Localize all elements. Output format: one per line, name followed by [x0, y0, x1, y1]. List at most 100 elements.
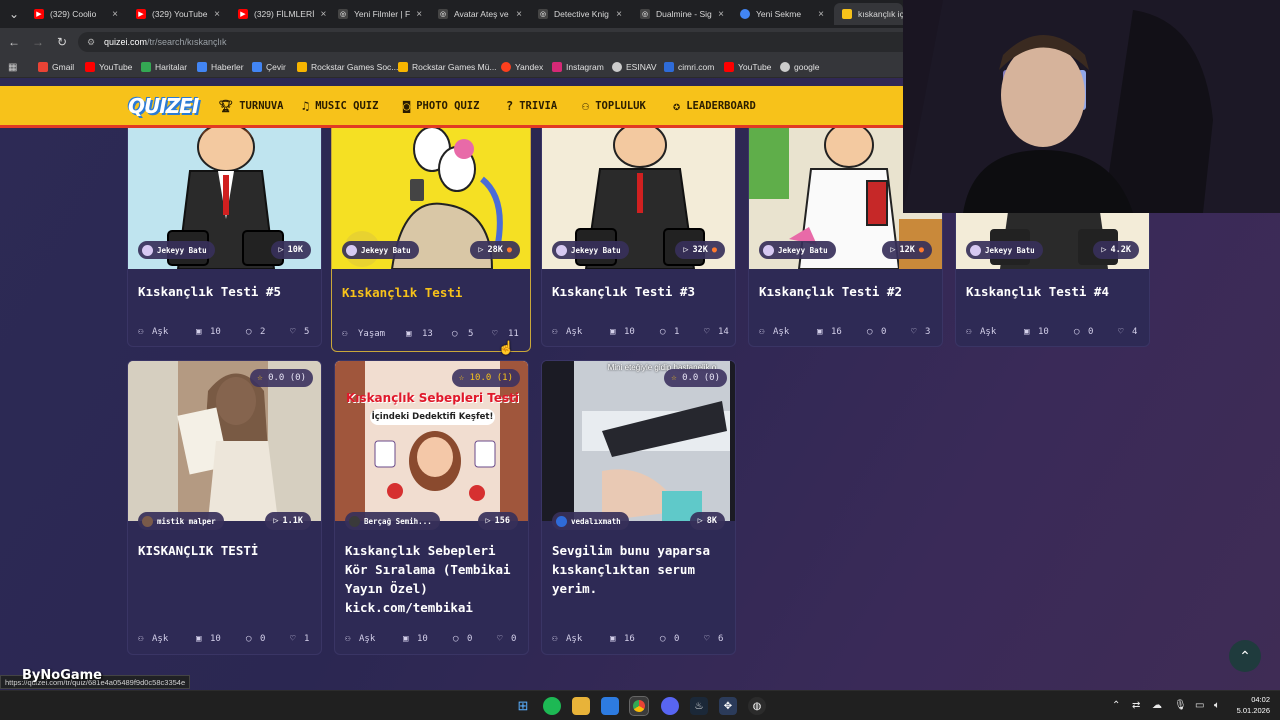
- clock[interactable]: 04:02 5.01.2026: [1237, 694, 1270, 716]
- close-icon[interactable]: ×: [320, 9, 326, 20]
- bookmark-rockstar-social[interactable]: Rockstar Games Soc...: [297, 60, 398, 74]
- bookmark-yandex[interactable]: Yandex: [501, 60, 543, 74]
- quiz-title[interactable]: Kıskançlık Testi #5: [138, 282, 313, 301]
- bookmark-esinav[interactable]: ESINAV: [612, 60, 657, 74]
- play-count-value: 28K: [487, 245, 503, 255]
- play-icon: ▷: [697, 516, 703, 526]
- nav-label: LEADERBOARD: [686, 100, 756, 112]
- tab-6[interactable]: ◎ Dualmine - Sig ×: [632, 3, 732, 25]
- author-chip[interactable]: Jekeyy Batu: [138, 241, 215, 259]
- quiz-title[interactable]: Kıskançlık Testi #2: [759, 282, 934, 301]
- quiz-card-7[interactable]: Kıskançlık Sebepleri Testi İçindeki Dede…: [334, 360, 529, 655]
- quiz-title[interactable]: KISKANÇLIK TESTİ: [138, 541, 313, 560]
- tab-7[interactable]: Yeni Sekme ×: [732, 3, 832, 25]
- close-icon[interactable]: ×: [818, 9, 824, 20]
- avatar: [346, 244, 357, 256]
- question-count: 10: [624, 327, 635, 337]
- author-chip[interactable]: Jekeyy Batu: [552, 241, 629, 259]
- tab-5[interactable]: ◎ Detective Knig ×: [530, 3, 630, 25]
- bookmark-instagram[interactable]: Instagram: [552, 60, 604, 74]
- tab-2[interactable]: ▶ (329) FİLMLERİ ×: [230, 3, 330, 25]
- tab-0[interactable]: ▶ (329) Coolio ×: [26, 3, 126, 25]
- tab-1[interactable]: ▶ (329) YouTube ×: [128, 3, 228, 25]
- reload-button[interactable]: ↻: [54, 34, 70, 50]
- quiz-card-2[interactable]: Jekeyy Batu ▷ 28K ● Kıskançlık Testi ⚇ Yaşa…: [331, 108, 531, 352]
- apps-icon[interactable]: ▦: [8, 60, 17, 74]
- nav-leaderboard[interactable]: ✪ LEADERBOARD: [673, 99, 756, 113]
- rating-badge: ☆ 0.0 (0): [664, 369, 727, 387]
- nav-community[interactable]: ⚇ TOPLULUK: [582, 99, 646, 113]
- tab-label: (329) YouTube: [152, 9, 208, 19]
- tab-4[interactable]: ◎ Avatar Ateş ve ×: [430, 3, 530, 25]
- nav-music-quiz[interactable]: ♫ MUSIC QUIZ: [302, 99, 378, 113]
- question-icon: ?: [506, 99, 514, 113]
- bookmark-google[interactable]: google: [780, 60, 820, 74]
- quiz-stats: ⚇ Aşk ▣ 10 ◯ 0 ♡ 4: [966, 327, 1141, 341]
- cloud-icon[interactable]: ☁: [1152, 700, 1162, 711]
- quizei-logo[interactable]: QUIZEI: [128, 94, 199, 118]
- quiz-title[interactable]: Sevgilim bunu yaparsa kıskançlıktan seru…: [552, 541, 727, 598]
- close-icon[interactable]: ×: [616, 9, 622, 20]
- star-icon: ☆: [257, 373, 263, 383]
- address-bar[interactable]: ⚙ quizei.com/tr/search/kıskançlık: [78, 32, 938, 52]
- author-chip[interactable]: Jekeyy Batu: [966, 241, 1043, 259]
- close-icon[interactable]: ×: [516, 9, 522, 20]
- bookmark-youtube[interactable]: YouTube: [85, 60, 132, 74]
- scroll-to-top-button[interactable]: ⌃: [1229, 640, 1261, 672]
- steam-icon[interactable]: ♨: [690, 697, 708, 715]
- quiz-card-3[interactable]: Jekeyy Batu ▷ 32K ● Kıskançlık Testi #3 ⚇ A…: [541, 108, 736, 347]
- tab-search-button[interactable]: ⌄: [6, 6, 22, 22]
- quiz-card-6[interactable]: ☆ 0.0 (0) mistik malper ▷ 1.1K KISKANÇLIK…: [127, 360, 322, 655]
- close-icon[interactable]: ×: [214, 9, 220, 20]
- store-icon[interactable]: [601, 697, 619, 715]
- author-chip[interactable]: vedalıxmath: [552, 512, 629, 530]
- quiz-title[interactable]: Kıskançlık Testi #4: [966, 282, 1141, 301]
- play-count: ▷ 12K ●: [882, 241, 932, 259]
- bookmark-gmail[interactable]: Gmail: [38, 60, 74, 74]
- author-chip[interactable]: Jekeyy Batu: [759, 241, 836, 259]
- close-icon[interactable]: ×: [718, 9, 724, 20]
- network-icon[interactable]: ⇄: [1132, 700, 1140, 711]
- quiz-title[interactable]: Kıskançlık Sebepleri Kör Sıralama (Tembi…: [345, 541, 520, 617]
- bookmark-news[interactable]: Haberler: [197, 60, 244, 74]
- author-chip[interactable]: Berçağ Semih...: [345, 512, 440, 530]
- quiz-title[interactable]: Kıskançlık Testi: [342, 283, 522, 302]
- microphone-icon[interactable]: 🎙︎: [1174, 700, 1187, 711]
- spotify-icon[interactable]: [543, 697, 561, 715]
- app-icon[interactable]: ◍: [748, 697, 766, 715]
- nav-tournament[interactable]: 🏆︎ TURNUVA: [218, 99, 284, 113]
- close-icon[interactable]: ×: [416, 9, 422, 20]
- category-icon: ⚇: [342, 329, 348, 339]
- chrome-icon[interactable]: [629, 696, 649, 716]
- back-button[interactable]: ←: [6, 34, 22, 50]
- monitor-icon[interactable]: ▭: [1195, 700, 1204, 711]
- volume-icon[interactable]: 🔈︎: [1214, 700, 1220, 711]
- quiz-card-1[interactable]: Jekeyy Batu ▷ 10K Kıskançlık Testi #5 ⚇ Aş…: [127, 108, 322, 347]
- nav-trivia[interactable]: ? TRIVIA: [506, 99, 557, 113]
- game-launcher-icon[interactable]: ✥: [719, 697, 737, 715]
- discord-icon[interactable]: [661, 697, 679, 715]
- nav-photo-quiz[interactable]: ◙ PHOTO QUIZ: [403, 99, 479, 113]
- play-count-value: 4.2K: [1110, 245, 1131, 255]
- quiz-stats: ⚇ Aşk ▣ 10 ◯ 0 ♡ 0: [345, 634, 520, 648]
- bookmark-cimri[interactable]: cimri.com: [664, 60, 714, 74]
- bookmark-rockstar-music[interactable]: Rockstar Games Mü...: [398, 60, 497, 74]
- chevron-up-icon[interactable]: ⌃: [1112, 700, 1120, 711]
- questions-icon: ▣: [610, 634, 616, 644]
- tab-3[interactable]: ◎ Yeni Filmler | F ×: [330, 3, 430, 25]
- quiz-card-8[interactable]: Mini eteğiyle gidip hastanelik o ☆ 0.0 (…: [541, 360, 736, 655]
- bookmark-translate[interactable]: Çevir: [252, 60, 286, 74]
- author-chip[interactable]: mistik malper: [138, 512, 224, 530]
- forward-button[interactable]: →: [30, 34, 46, 50]
- site-info-icon[interactable]: ⚙: [87, 32, 95, 52]
- bookmark-youtube-2[interactable]: YouTube: [724, 60, 771, 74]
- file-explorer-icon[interactable]: [572, 697, 590, 715]
- close-icon[interactable]: ×: [112, 9, 118, 20]
- quiz-title[interactable]: Kıskançlık Testi #3: [552, 282, 727, 301]
- bookmark-maps[interactable]: Haritalar: [141, 60, 187, 74]
- yandex-icon: [501, 62, 511, 72]
- author-chip[interactable]: Jekeyy Batu: [342, 241, 419, 259]
- windows-start-icon[interactable]: ⊞: [514, 697, 532, 715]
- url-host: quizei.com: [104, 37, 148, 47]
- tab-8-active[interactable]: kıskançlık için: [834, 3, 903, 25]
